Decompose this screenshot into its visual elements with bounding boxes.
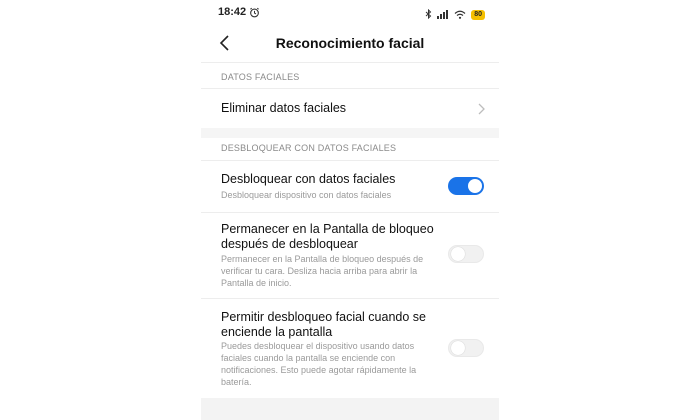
chevron-right-icon bbox=[477, 102, 485, 120]
status-icons: 80 bbox=[425, 6, 485, 24]
toggle-knob bbox=[451, 341, 465, 355]
wifi-icon bbox=[454, 6, 466, 24]
page-title: Reconocimiento facial bbox=[275, 35, 425, 51]
toggle-knob bbox=[468, 179, 482, 193]
unlock-with-face-subtitle: Desbloquear dispositivo con datos facial… bbox=[221, 190, 392, 200]
unlock-with-face-title: Desbloquear con datos faciales bbox=[221, 172, 396, 186]
app-header: Reconocimiento facial bbox=[201, 26, 499, 62]
section-gap bbox=[201, 128, 499, 138]
unlock-with-face-item[interactable]: Desbloquear con datos faciales Desbloque… bbox=[201, 161, 499, 211]
face-unlock-screen-on-toggle[interactable] bbox=[448, 339, 484, 357]
delete-face-data-label: Eliminar datos faciales bbox=[221, 101, 347, 115]
stay-on-lockscreen-title: Permanecer en la Pantalla de bloqueo des… bbox=[221, 222, 434, 251]
face-unlock-screen-on-subtitle: Puedes desbloquear el dispositivo usando… bbox=[221, 341, 417, 387]
face-unlock-screen-on-item[interactable]: Permitir desbloqueo facial cuando se enc… bbox=[201, 299, 499, 395]
section-label-unlock: DESBLOQUEAR CON DATOS FACIALES bbox=[221, 143, 397, 153]
toggle-knob bbox=[451, 247, 465, 261]
face-unlock-screen-on-title: Permitir desbloqueo facial cuando se enc… bbox=[221, 310, 426, 339]
divider bbox=[201, 62, 499, 63]
stay-on-lockscreen-toggle[interactable] bbox=[448, 245, 484, 263]
signal-icon bbox=[437, 6, 449, 24]
bottom-area bbox=[201, 398, 499, 420]
delete-face-data-item[interactable]: Eliminar datos faciales bbox=[201, 89, 499, 127]
status-bar: 18:42 80 bbox=[201, 0, 499, 26]
status-time: 18:42 bbox=[218, 6, 247, 18]
stay-on-lockscreen-item[interactable]: Permanecer en la Pantalla de bloqueo des… bbox=[201, 213, 499, 297]
unlock-with-face-toggle[interactable] bbox=[448, 177, 484, 195]
bluetooth-icon bbox=[425, 6, 432, 24]
alarm-icon bbox=[249, 5, 260, 23]
stay-on-lockscreen-subtitle: Permanecer en la Pantalla de bloqueo des… bbox=[221, 254, 424, 288]
battery-icon: 80 bbox=[471, 10, 485, 20]
section-label-face-data: DATOS FACIALES bbox=[221, 72, 300, 82]
phone-screen: 18:42 80 Reconocimiento facial DATOS FAC… bbox=[201, 0, 499, 420]
